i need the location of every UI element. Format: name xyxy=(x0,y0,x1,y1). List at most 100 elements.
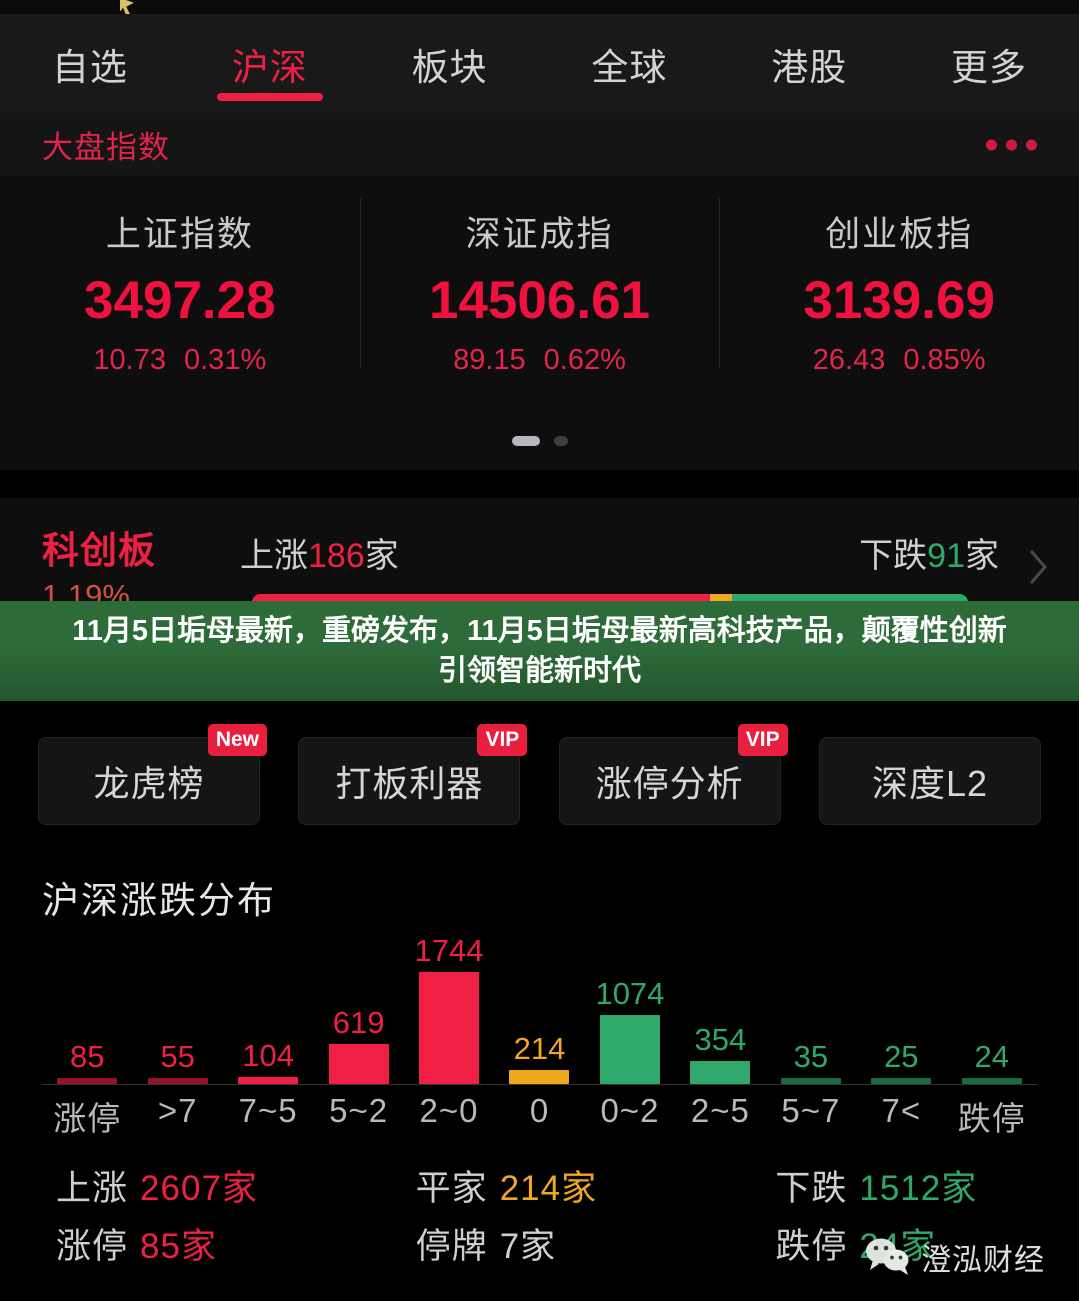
wechat-icon xyxy=(866,1238,909,1275)
summary-cell: 平家 214家 xyxy=(360,1160,720,1211)
tab-4[interactable]: 港股 xyxy=(719,14,899,113)
chart-title: 沪深涨跌分布 xyxy=(42,880,276,921)
tab-label: 自选 xyxy=(51,46,128,88)
chart-bar-column: 35 xyxy=(766,922,856,1084)
summary-cell: 停牌 7家 xyxy=(360,1218,720,1269)
index-panel-title: 大盘指数 xyxy=(42,130,170,165)
chart-bar-value-label: 1744 xyxy=(414,933,484,968)
kechuang-board-name: 科创板 xyxy=(42,530,156,571)
kechuang-down-value: 91 xyxy=(927,537,965,575)
chart-bar xyxy=(509,1070,570,1084)
index-card-value: 3497.28 xyxy=(84,270,276,330)
chart-bar xyxy=(328,1044,389,1084)
chart-bar xyxy=(599,1015,660,1084)
tab-2[interactable]: 板块 xyxy=(360,14,540,113)
index-card-value: 14506.61 xyxy=(428,270,651,330)
index-card-change: 26.43 0.85% xyxy=(813,344,986,377)
index-card-name: 上证指数 xyxy=(105,214,254,254)
kechuang-down-unit: 家 xyxy=(965,537,999,575)
chart-x-label-4: 2~0 xyxy=(419,1092,479,1129)
carousel-dots[interactable] xyxy=(511,436,568,446)
feature-button-label: 打板利器 xyxy=(335,763,484,804)
chart-bar-value-label: 619 xyxy=(332,1005,385,1040)
carousel-dot-2[interactable] xyxy=(553,436,568,446)
feature-button-label: 龙虎榜 xyxy=(93,763,205,804)
chart-x-label-8: 5~7 xyxy=(781,1092,841,1129)
feature-button-row: 龙虎榜 New 打板利器 VIP 涨停分析 VIP 深度L2 xyxy=(0,722,1079,840)
watermark-text: 澄泓财经 xyxy=(921,1244,1045,1277)
tab-label: 沪深 xyxy=(231,46,308,88)
feature-badge: New xyxy=(207,724,267,756)
chart-x-label-2: 7~5 xyxy=(238,1092,298,1129)
status-strip xyxy=(0,0,1079,14)
summary-value: 7家 xyxy=(499,1227,557,1266)
kechuang-down-count: 下跌91家 xyxy=(859,528,999,577)
chart-bar-column: 619 xyxy=(313,922,403,1084)
index-card[interactable]: 创业板指 3139.69 26.43 0.85% xyxy=(719,176,1079,406)
chart-bar-column: 25 xyxy=(856,922,946,1084)
summary-label: 平家 xyxy=(415,1169,488,1208)
chart-bar-column: 24 xyxy=(947,922,1037,1084)
index-card-change-abs: 26.43 xyxy=(812,343,886,376)
tab-label: 港股 xyxy=(771,46,848,88)
index-card-row: 上证指数 3497.28 10.73 0.31% 深证成指 14506.61 89.15 0.… xyxy=(0,176,1079,406)
summary-value: 1512家 xyxy=(859,1169,978,1208)
index-panel-header: 大盘指数 xyxy=(0,113,1079,176)
watermark: 澄泓财经 xyxy=(865,1235,1045,1279)
section-divider xyxy=(0,470,1079,498)
chart-bar-value-label: 85 xyxy=(69,1039,105,1074)
cursor-artifact-icon xyxy=(120,0,134,14)
chart-bar-value-label: 25 xyxy=(884,1039,919,1074)
index-card-change-abs: 10.73 xyxy=(93,343,166,376)
tab-3[interactable]: 全球 xyxy=(539,14,719,113)
more-horizontal-icon[interactable] xyxy=(986,139,1037,150)
index-card-change-pct: 0.62% xyxy=(543,343,626,376)
index-card-change-abs: 89.15 xyxy=(453,343,526,376)
chevron-right-icon[interactable] xyxy=(1027,548,1049,586)
feature-button-3[interactable]: 深度L2 xyxy=(818,737,1041,825)
tab-0[interactable]: 自选 xyxy=(0,14,180,113)
feature-badge: VIP xyxy=(477,724,528,756)
chart-bar-column: 214 xyxy=(494,922,584,1084)
chart-plot-area: 85 55 104 619 1744 214 1074 354 35 25 24 xyxy=(42,922,1037,1084)
chart-x-label-6: 0~2 xyxy=(600,1092,660,1129)
kechuang-down-label: 下跌 xyxy=(859,537,928,575)
chart-bar xyxy=(419,972,480,1084)
feature-button-0[interactable]: 龙虎榜 New xyxy=(38,724,267,825)
index-card-change-pct: 0.31% xyxy=(184,343,267,376)
kechuang-label-group: 科创板 1.19% xyxy=(42,520,156,614)
promo-banner[interactable]: 11月5日垢母最新，重磅发布，11月5日垢母最新高科技产品，颠覆性创新 引领智能… xyxy=(0,601,1079,701)
chart-bar-column: 85 xyxy=(42,922,132,1084)
index-card-change: 89.15 0.62% xyxy=(453,344,626,377)
chart-bar-column: 354 xyxy=(675,922,765,1084)
index-panel: 大盘指数 上证指数 3497.28 10.73 0.31% 深证成指 14506.61 89… xyxy=(0,113,1079,470)
summary-value: 85家 xyxy=(140,1227,217,1266)
index-card[interactable]: 上证指数 3497.28 10.73 0.31% xyxy=(0,176,360,406)
chart-bar-column: 1744 xyxy=(404,922,494,1084)
chart-bar-column: 1074 xyxy=(585,922,675,1084)
summary-label: 停牌 xyxy=(415,1227,488,1266)
summary-label: 上涨 xyxy=(56,1169,129,1208)
chart-bar-column: 104 xyxy=(223,922,313,1084)
chart-x-label-10: 跌停 xyxy=(957,1100,1026,1137)
feature-button-2[interactable]: 涨停分析 VIP xyxy=(558,724,788,825)
chart-axis-line xyxy=(42,1084,1037,1085)
index-card[interactable]: 深证成指 14506.61 89.15 0.62% xyxy=(359,176,720,406)
summary-row-1: 上涨 2607家 平家 214家 下跌 1512家 xyxy=(0,1160,1079,1211)
tab-1[interactable]: 沪深 xyxy=(180,14,360,113)
summary-cell: 涨停 85家 xyxy=(0,1218,360,1269)
distribution-chart: 沪深涨跌分布 85 55 104 619 1744 214 1074 354 35 25 24 涨停… xyxy=(0,860,1079,1150)
chart-bar-value-label: 1074 xyxy=(595,976,665,1011)
summary-value: 214家 xyxy=(499,1169,598,1208)
chart-x-label-7: 2~5 xyxy=(690,1092,750,1129)
chart-x-axis-labels: 涨停 >7 7~5 5~2 2~0 0 0~2 2~5 5~7 7< 跌停 xyxy=(42,1092,1037,1140)
chart-x-label-0: 涨停 xyxy=(53,1100,122,1137)
chart-bar xyxy=(690,1061,751,1084)
main-tab-bar: 自选 沪深 板块 全球 港股 更多 xyxy=(0,14,1079,113)
feature-button-1[interactable]: 打板利器 VIP xyxy=(298,724,528,825)
tab-5[interactable]: 更多 xyxy=(899,14,1079,113)
index-card-name: 深证成指 xyxy=(465,214,614,254)
carousel-dot-1[interactable] xyxy=(511,436,540,446)
promo-banner-line-2: 引领智能新时代 xyxy=(437,655,641,687)
chart-bar-column: 55 xyxy=(132,922,222,1084)
